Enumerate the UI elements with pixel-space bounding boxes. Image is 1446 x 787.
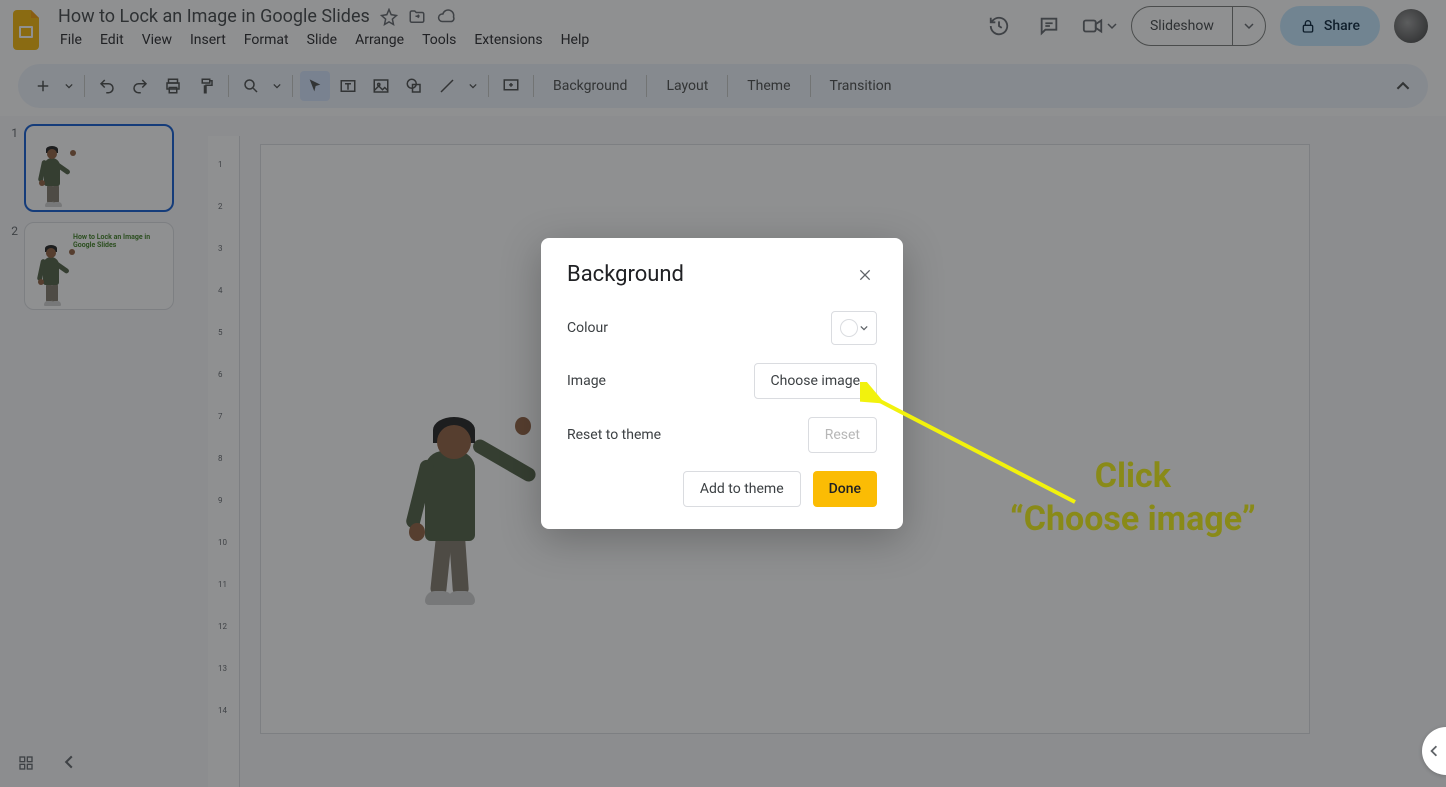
dialog-close-button[interactable] (853, 263, 877, 287)
done-button[interactable]: Done (813, 471, 877, 507)
add-to-theme-button[interactable]: Add to theme (683, 471, 801, 507)
dialog-title: Background (567, 262, 684, 287)
reset-label: Reset to theme (567, 427, 661, 443)
colour-picker-button[interactable] (831, 311, 877, 345)
background-dialog: Background Colour Image Choose image Res… (541, 238, 903, 529)
colour-label: Colour (567, 320, 608, 336)
choose-image-button[interactable]: Choose image (754, 363, 878, 399)
image-label: Image (567, 373, 606, 389)
reset-button: Reset (808, 417, 877, 453)
